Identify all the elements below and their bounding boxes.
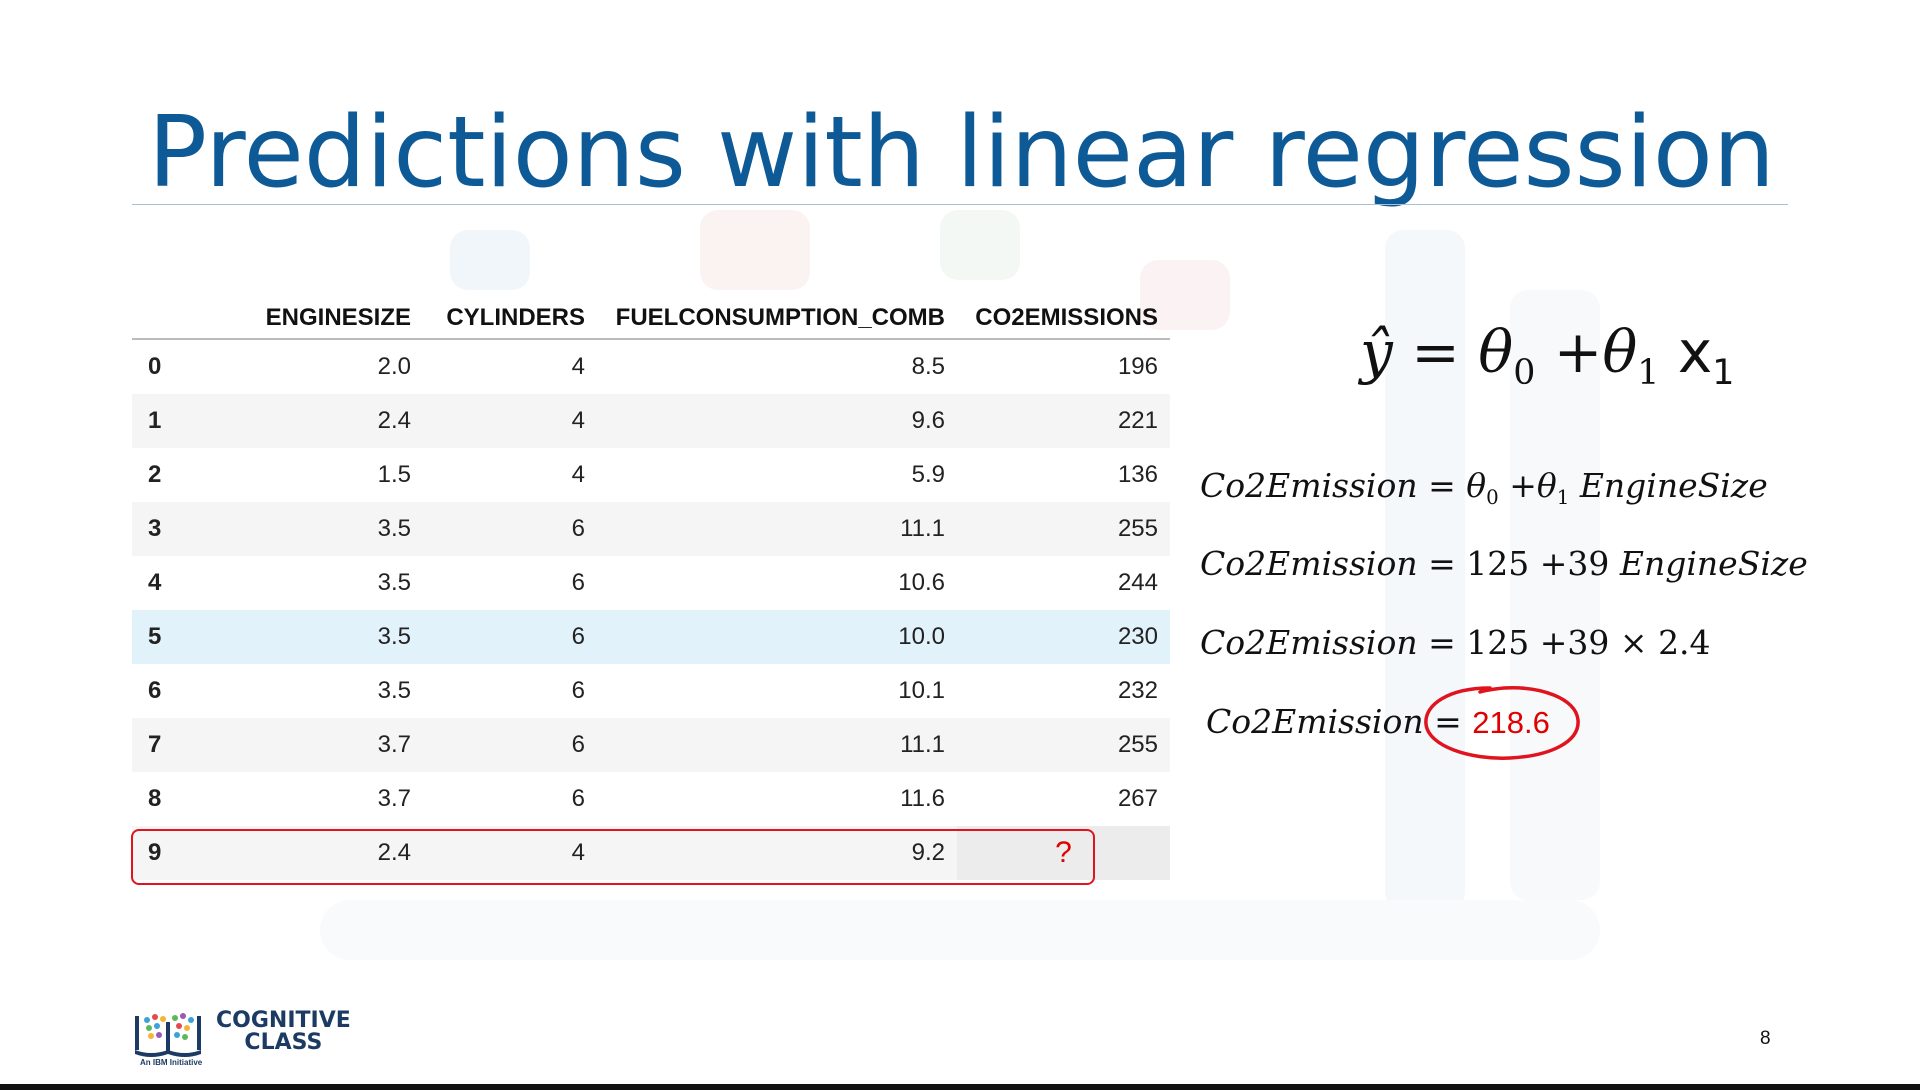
cell-cylinders: 4	[423, 394, 597, 448]
cell-enginesize: 2.4	[228, 394, 423, 448]
slide: Predictions with linear regression ENGIN…	[0, 0, 1920, 1084]
table-row: 4 3.5 6 10.6 244	[132, 556, 1170, 610]
row-index: 8	[148, 785, 162, 812]
cell-co2emissions: 232	[1117, 677, 1158, 704]
formula-line-3: Co2Emission = 125 +39 × 2.4	[1200, 623, 1711, 662]
cell-co2emissions: 230	[957, 610, 1170, 664]
cell-fuelconsumption: 11.6	[900, 785, 945, 812]
cell-fuelconsumption: 9.6	[597, 394, 957, 448]
cell-fuelconsumption: 11.1	[597, 718, 957, 772]
logo-tagline: An IBM Initiative	[140, 1058, 203, 1067]
formula-line-2: Co2Emission = 125 +39 EngineSize	[1200, 544, 1808, 583]
cell-enginesize: 3.5	[228, 502, 423, 556]
cell-cylinders: 6	[423, 502, 597, 556]
column-header-index	[132, 298, 228, 340]
cell-cylinders: 6	[571, 569, 585, 596]
row-index: 4	[148, 569, 162, 596]
cell-enginesize: 2.0	[377, 353, 411, 380]
cell-cylinders: 6	[571, 785, 585, 812]
cell-co2emissions: 267	[1117, 785, 1158, 812]
column-header-cylinders: CYLINDERS	[423, 298, 597, 340]
bottom-bar	[0, 1084, 1920, 1090]
table-row: 1 2.4 4 9.6 221	[132, 394, 1170, 448]
cell-fuelconsumption: 11.1	[597, 502, 957, 556]
column-header-enginesize: ENGINESIZE	[228, 298, 423, 340]
column-header-fuelconsumption: FUELCONSUMPTION_COMB	[597, 298, 957, 340]
table-header-row: ENGINESIZE CYLINDERS FUELCONSUMPTION_COM…	[132, 298, 1170, 340]
table-row: 3 3.5 6 11.1 255	[132, 502, 1170, 556]
cell-co2emissions: 196	[1117, 353, 1158, 380]
cell-fuelconsumption: 5.9	[911, 461, 945, 488]
cell-co2emissions: 255	[957, 502, 1170, 556]
cell-co2emissions: 255	[957, 718, 1170, 772]
row-index: 2	[148, 461, 162, 488]
row-index: 5	[132, 610, 228, 664]
cell-cylinders: 4	[571, 353, 585, 380]
table-row: 2 1.5 4 5.9 136	[132, 448, 1170, 502]
row-index: 3	[132, 502, 228, 556]
formula-line-1: Co2Emission = θ0 +θ1 EngineSize	[1200, 466, 1768, 509]
cell-cylinders: 4	[571, 461, 585, 488]
cell-fuelconsumption: 10.1	[898, 677, 945, 704]
row-index: 0	[148, 353, 162, 380]
table-row: 7 3.7 6 11.1 255	[132, 718, 1170, 772]
row-index: 6	[148, 677, 162, 704]
cell-fuelconsumption: 10.6	[898, 569, 945, 596]
cell-co2emissions: 221	[957, 394, 1170, 448]
cell-cylinders: 6	[423, 610, 597, 664]
cell-co2emissions: 244	[1117, 569, 1158, 596]
cell-enginesize: 3.5	[377, 569, 411, 596]
row-index: 1	[132, 394, 228, 448]
title-divider	[132, 204, 1788, 205]
data-table: ENGINESIZE CYLINDERS FUELCONSUMPTION_COM…	[132, 298, 1170, 880]
cell-enginesize: 3.5	[228, 610, 423, 664]
slide-title: Predictions with linear regression	[148, 96, 1775, 210]
cell-cylinders: 6	[571, 677, 585, 704]
result-circle-annotation	[1424, 686, 1580, 760]
prediction-row-outline	[131, 829, 1095, 885]
table-row: 0 2.0 4 8.5 196	[132, 339, 1170, 394]
row-index: 7	[132, 718, 228, 772]
cell-enginesize: 3.7	[377, 785, 411, 812]
logo-wordmark: COGNITIVE CLASS	[216, 1008, 351, 1055]
cell-enginesize: 3.7	[228, 718, 423, 772]
cell-enginesize: 1.5	[377, 461, 411, 488]
table-row: 8 3.7 6 11.6 267	[132, 772, 1170, 826]
cell-fuelconsumption: 10.0	[597, 610, 957, 664]
cell-cylinders: 6	[423, 718, 597, 772]
cell-enginesize: 3.5	[377, 677, 411, 704]
table-row-highlighted: 5 3.5 6 10.0 230	[132, 610, 1170, 664]
cell-fuelconsumption: 8.5	[911, 353, 945, 380]
general-regression-formula: ŷ = θ0 +θ1 x1	[1360, 318, 1735, 394]
cell-co2emissions: 136	[1117, 461, 1158, 488]
table-row: 6 3.5 6 10.1 232	[132, 664, 1170, 718]
column-header-co2emissions: CO2EMISSIONS	[957, 298, 1170, 340]
page-number: 8	[1760, 1028, 1771, 1049]
